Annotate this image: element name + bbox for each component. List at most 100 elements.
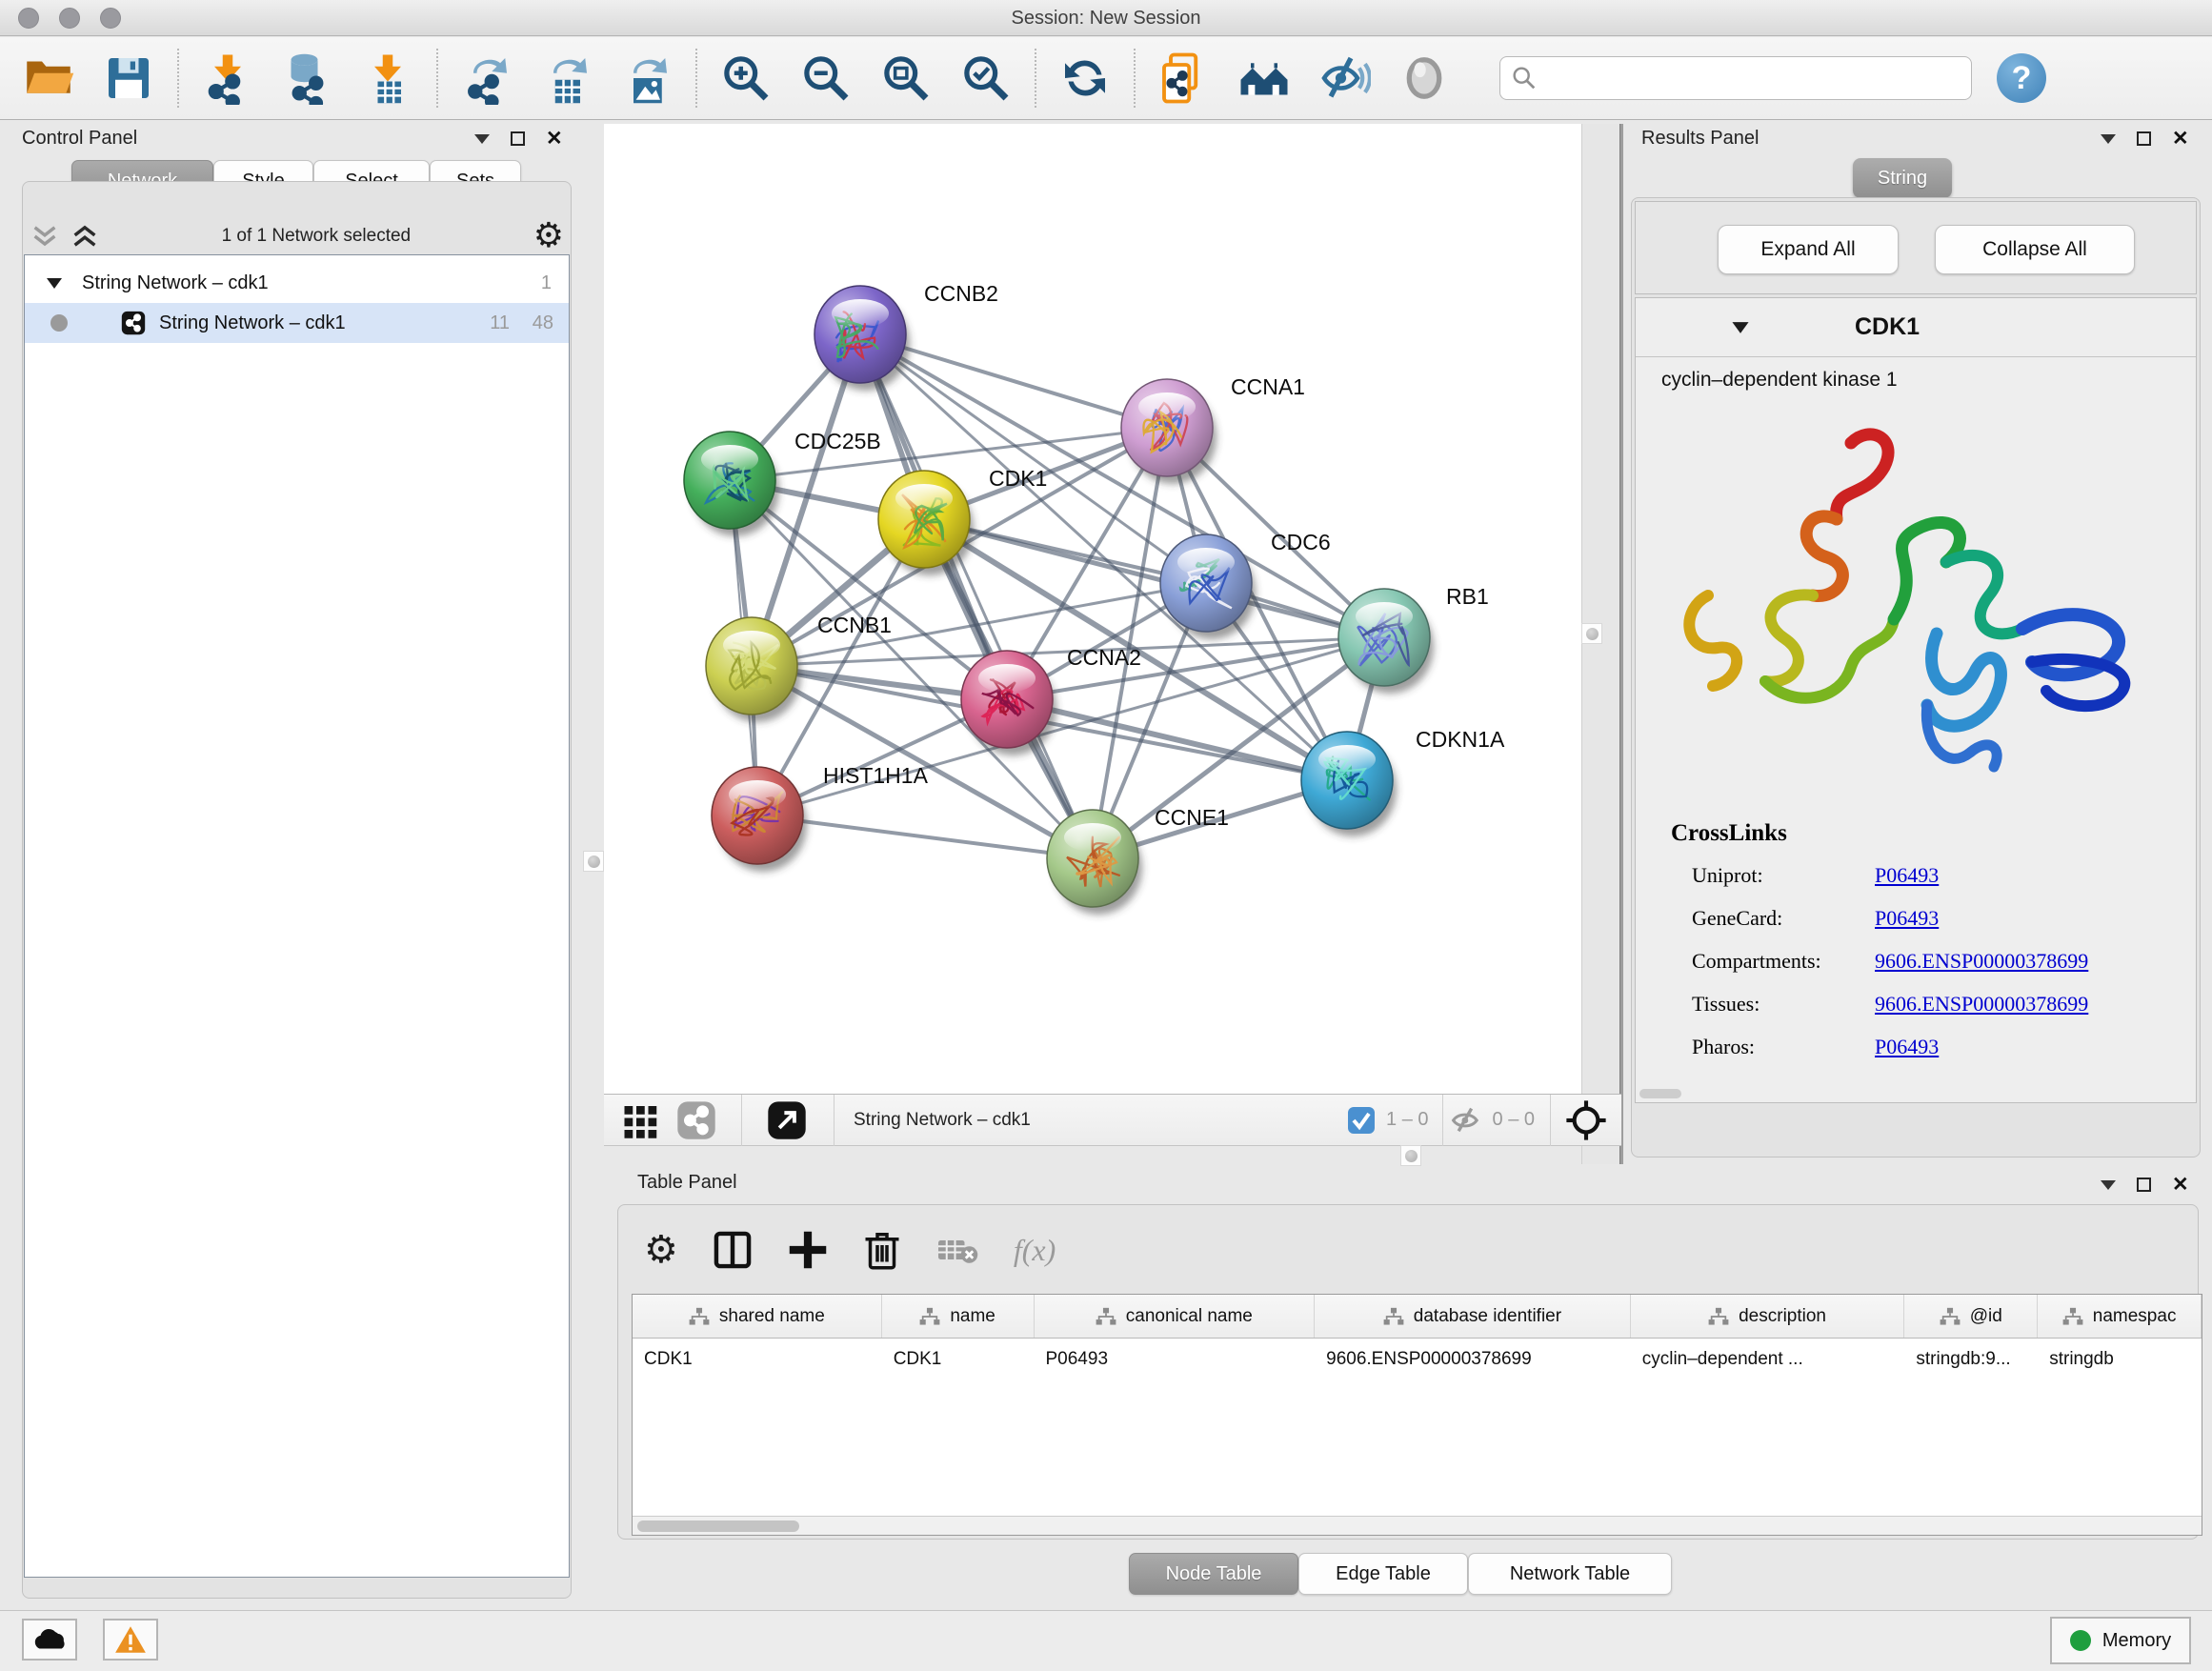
zoom-in-icon[interactable] [718,50,774,106]
open-in-new-window-icon[interactable] [759,1093,814,1148]
results-panel-float-icon[interactable] [2101,134,2116,144]
crosslink-value-link[interactable]: P06493 [1875,906,1939,931]
delete-column-icon[interactable] [863,1228,901,1272]
show-eye-disabled-icon [1397,50,1452,106]
open-session-icon[interactable] [21,50,76,106]
table-panel-close-icon[interactable]: ✕ [2172,1178,2189,1192]
table-cell[interactable]: stringdb:9... [1904,1349,2038,1370]
zoom-selected-icon[interactable] [958,50,1014,106]
network-row-selected[interactable]: String Network – cdk1 11 48 [25,303,569,343]
table-cell[interactable]: 9606.ENSP00000378699 [1315,1349,1631,1370]
hidden-eye-icon[interactable] [1443,1093,1489,1148]
results-panel-maximize-icon[interactable] [2137,131,2151,146]
table-header-row: shared namenamecanonical namedatabase id… [633,1295,2202,1339]
network-share-view-icon[interactable] [669,1093,724,1148]
share-document-icon[interactable] [1156,50,1212,106]
collapse-all-icon[interactable] [30,224,59,249]
export-network-icon[interactable] [459,50,514,106]
crosslink-row: Pharos:P06493 [1692,1035,2187,1059]
fit-selected-crosshair-icon[interactable] [1558,1093,1614,1148]
network-options-gear-icon[interactable]: ⚙ [533,219,564,253]
window-minimize-button[interactable] [59,8,80,29]
houses-icon[interactable] [1237,50,1292,106]
column-header-description[interactable]: description [1631,1295,1905,1338]
network-graph[interactable]: CCNB2CCNA1CDC25BCDK1CDC6RB1CCNB1CCNA2CDK… [604,124,1581,1094]
crosslink-value-link[interactable]: 9606.ENSP00000378699 [1875,992,2088,1017]
hide-eye-icon[interactable] [1317,50,1372,106]
node-label-CDK1: CDK1 [989,466,1047,491]
network-collection-row[interactable]: String Network – cdk1 1 [25,263,569,303]
import-network-database-icon[interactable] [280,50,335,106]
results-scrollbar-thumb[interactable] [1639,1089,1681,1098]
import-table-icon[interactable] [360,50,415,106]
cloud-status-button[interactable] [22,1619,77,1661]
crosslink-label: Tissues: [1692,992,1760,1016]
help-button[interactable]: ? [1997,53,2046,103]
string-network-icon [121,311,146,335]
table-cell[interactable]: CDK1 [633,1349,882,1370]
window-zoom-button[interactable] [100,8,121,29]
selected-checkbox-icon[interactable] [1342,1093,1380,1148]
left-splitter-handle[interactable] [583,851,604,872]
show-columns-icon[interactable] [713,1229,753,1271]
warning-status-button[interactable] [103,1619,158,1661]
refresh-icon[interactable] [1057,50,1113,106]
column-header-shared-name[interactable]: shared name [633,1295,882,1338]
column-header--id[interactable]: @id [1904,1295,2038,1338]
expand-all-icon[interactable] [70,224,99,249]
column-header-name[interactable]: name [882,1295,1035,1338]
control-panel-maximize-icon[interactable] [511,131,525,146]
table-cell[interactable]: P06493 [1035,1349,1316,1370]
table-panel-float-icon[interactable] [2101,1180,2116,1190]
node-table[interactable]: shared namenamecanonical namedatabase id… [632,1294,2202,1536]
table-options-gear-icon[interactable]: ⚙ [644,1233,678,1267]
network-node-CDK1 [878,471,974,575]
expand-all-button[interactable]: Expand All [1718,225,1899,274]
results-panel-close-icon[interactable]: ✕ [2172,131,2189,146]
tab-edge-table[interactable]: Edge Table [1298,1553,1468,1595]
column-header-canonical-name[interactable]: canonical name [1035,1295,1316,1338]
table-panel-maximize-icon[interactable] [2137,1178,2151,1192]
crosslink-value-link[interactable]: P06493 [1875,1035,1939,1059]
table-h-scrollbar[interactable] [633,1516,2202,1535]
crosslink-value-link[interactable]: 9606.ENSP00000378699 [1875,949,2088,974]
table-cell[interactable]: CDK1 [882,1349,1035,1370]
memory-button[interactable]: Memory [2050,1617,2191,1664]
import-network-file-icon[interactable] [200,50,255,106]
export-table-icon[interactable] [539,50,594,106]
window-close-button[interactable] [18,8,39,29]
crosslink-row: GeneCard:P06493 [1692,906,2187,931]
window-title: Session: New Session [0,0,2212,36]
column-header-namespac[interactable]: namespac [2038,1295,2202,1338]
save-session-icon[interactable] [101,50,156,106]
search-input[interactable] [1538,68,1948,89]
network-canvas[interactable]: CCNB2CCNA1CDC25BCDK1CDC6RB1CCNB1CCNA2CDK… [604,124,1581,1094]
node-label-CDKN1A: CDKN1A [1416,727,1505,752]
bottom-splitter-handle[interactable] [1400,1145,1421,1166]
table-cell[interactable]: stringdb [2038,1349,2202,1370]
add-column-icon[interactable] [787,1229,829,1271]
crosslink-value-link[interactable]: P06493 [1875,863,1939,888]
table-scrollbar-thumb[interactable] [637,1520,799,1532]
network-selection-status: 1 of 1 Network selected [99,226,533,247]
network-node-CCNE1 [1047,810,1142,915]
crosslink-label: Compartments: [1692,949,1821,973]
column-type-icon [2062,1307,2083,1326]
grid-view-icon[interactable] [613,1093,669,1148]
table-row[interactable]: CDK1CDK1P064939606.ENSP00000378699cyclin… [633,1339,2202,1380]
control-panel-float-icon[interactable] [474,134,490,144]
column-header-database-identifier[interactable]: database identifier [1315,1295,1631,1338]
control-panel-close-icon[interactable]: ✕ [546,131,563,146]
export-image-icon[interactable] [619,50,674,106]
tree-expand-icon[interactable] [46,276,63,290]
table-cell[interactable]: cyclin–dependent ... [1631,1349,1905,1370]
hidden-count: 0 – 0 [1493,1109,1535,1131]
tab-string[interactable]: String [1853,158,1952,198]
zoom-out-icon[interactable] [798,50,854,106]
collapse-all-button[interactable]: Collapse All [1935,225,2135,274]
tab-network-table[interactable]: Network Table [1468,1553,1672,1595]
node-label-CDC6: CDC6 [1271,530,1331,554]
zoom-fit-icon[interactable] [878,50,934,106]
right-splitter-handle[interactable] [1581,623,1602,644]
tab-node-table[interactable]: Node Table [1129,1553,1298,1595]
